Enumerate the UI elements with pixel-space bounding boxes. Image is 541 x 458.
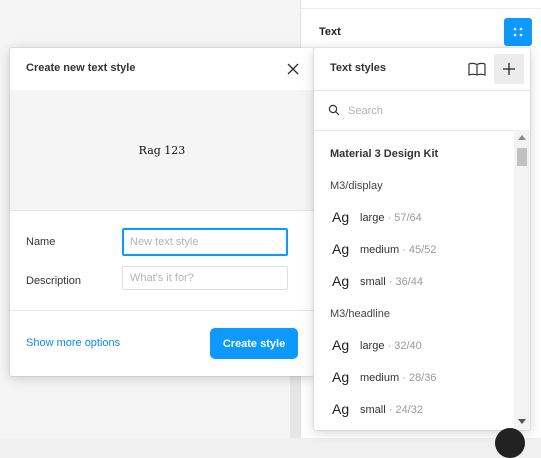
style-name: medium (360, 372, 400, 384)
style-list-item[interactable]: Ag medium · 28/36 (314, 363, 514, 391)
create-text-style-dialog: Create new text style Rag 123 Name Descr… (10, 48, 314, 376)
search-icon (328, 104, 340, 116)
text-styles-title: Text styles (330, 62, 387, 74)
style-list-item[interactable]: Ag medium · 45/52 (314, 235, 514, 263)
scroll-down-arrow-icon[interactable] (518, 419, 526, 424)
styles-search-bar (314, 90, 530, 131)
style-name: medium (360, 244, 400, 256)
style-size-meta: · 24/32 (385, 404, 423, 416)
text-section-label: Text (319, 26, 341, 38)
library-name: Material 3 Design Kit (330, 148, 439, 160)
style-size-meta: · 32/40 (384, 340, 422, 352)
panel-edge (290, 375, 300, 438)
library-button[interactable] (464, 56, 490, 82)
close-button[interactable] (284, 60, 302, 78)
styles-search-input[interactable] (346, 100, 510, 122)
style-name-input[interactable] (122, 228, 288, 256)
style-preview-glyph: Ag (332, 273, 350, 289)
styles-scrollbar[interactable] (514, 130, 530, 430)
help-button[interactable] (495, 428, 525, 458)
close-icon (287, 63, 299, 75)
style-list-item[interactable]: Ag small · 36/44 (314, 267, 514, 295)
style-list-item[interactable]: Ag large · 57/64 (314, 203, 514, 231)
text-styles-button[interactable] (504, 18, 532, 46)
style-list-item[interactable]: Ag large · 32/40 (314, 331, 514, 359)
preview-text: Rag 123 (138, 143, 186, 157)
text-styles-panel: Text styles Material 3 Design Kit M3/dis… (314, 48, 530, 430)
scrollbar-thumb[interactable] (517, 148, 527, 166)
grid-dots-icon (513, 27, 523, 37)
scroll-up-arrow-icon[interactable] (518, 135, 526, 140)
description-label: Description (26, 275, 82, 287)
style-name: large (360, 212, 385, 224)
name-label: Name (26, 236, 56, 248)
create-style-button[interactable]: Create style (210, 328, 298, 359)
show-more-options-link[interactable]: Show more options (26, 337, 120, 349)
style-group-label: M3/display (330, 180, 383, 192)
dialog-header: Create new text style (10, 48, 314, 91)
library-book-icon (468, 62, 486, 76)
divider (10, 310, 314, 311)
style-preview: Rag 123 (10, 90, 314, 211)
styles-list: Material 3 Design Kit M3/display Ag larg… (314, 130, 514, 430)
style-description-input[interactable] (122, 266, 288, 290)
plus-icon (503, 63, 515, 75)
style-name: small (360, 276, 386, 288)
style-preview-glyph: Ag (332, 401, 350, 417)
style-size-meta: · 57/64 (384, 212, 422, 224)
style-size-meta: · 45/52 (399, 244, 437, 256)
style-preview-glyph: Ag (332, 337, 350, 353)
style-name: large (360, 340, 385, 352)
text-styles-header: Text styles (314, 48, 530, 91)
style-preview-glyph: Ag (332, 241, 350, 257)
style-list-item[interactable]: Ag small · 24/32 (314, 395, 514, 423)
style-size-meta: · 36/44 (385, 276, 423, 288)
style-name: small (360, 404, 386, 416)
style-size-meta: · 28/36 (399, 372, 437, 384)
style-preview-glyph: Ag (332, 369, 350, 385)
create-style-add-button[interactable] (494, 54, 524, 84)
style-preview-glyph: Ag (332, 209, 350, 225)
divider (301, 8, 541, 9)
style-group-label: M3/headline (330, 308, 390, 320)
dialog-title: Create new text style (26, 62, 136, 74)
